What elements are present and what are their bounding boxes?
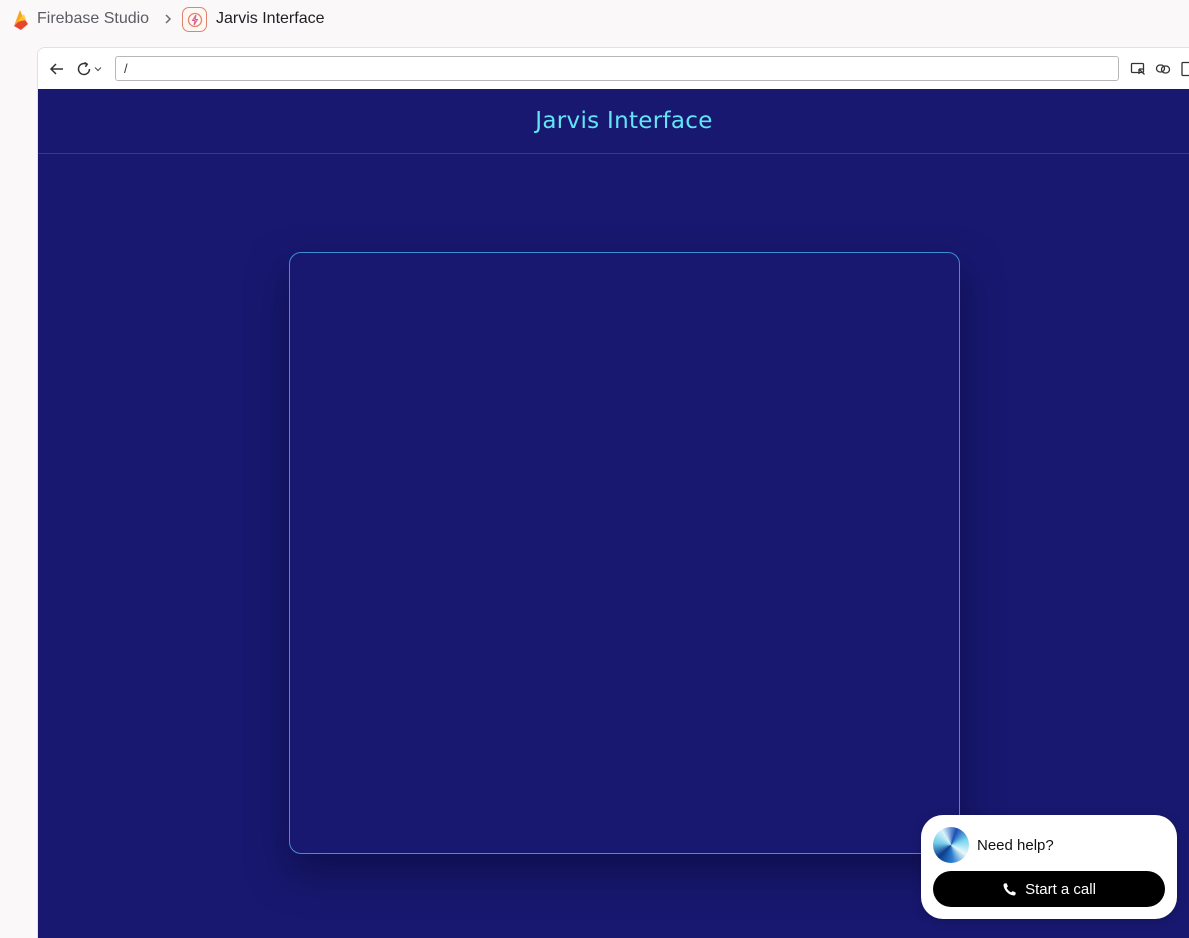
link-icon[interactable] bbox=[1155, 61, 1171, 77]
project-bolt-icon bbox=[187, 12, 202, 27]
help-prompt: Need help? bbox=[977, 837, 1054, 854]
chat-panel bbox=[289, 252, 960, 854]
back-arrow-icon[interactable] bbox=[48, 60, 66, 78]
app-header: Jarvis Interface bbox=[38, 89, 1189, 154]
chevron-down-icon[interactable] bbox=[93, 64, 103, 74]
chevron-right-icon bbox=[165, 14, 172, 24]
assistant-orb-icon bbox=[933, 827, 969, 863]
start-call-button[interactable]: Start a call bbox=[933, 871, 1165, 907]
preview-toolbar bbox=[38, 48, 1189, 89]
studio-app-name[interactable]: Firebase Studio bbox=[37, 10, 149, 28]
help-widget: Need help? Start a call bbox=[921, 815, 1177, 919]
app-viewport: Jarvis Interface bbox=[38, 89, 1189, 938]
studio-topbar: Firebase Studio Jarvis Interface bbox=[0, 0, 1189, 40]
firebase-logo-icon bbox=[14, 10, 28, 30]
left-rail bbox=[0, 40, 37, 938]
device-icon[interactable] bbox=[1180, 61, 1189, 77]
phone-icon bbox=[1003, 882, 1016, 896]
app-title: Jarvis Interface bbox=[535, 108, 713, 134]
inspect-icon[interactable] bbox=[1130, 61, 1146, 77]
url-input[interactable] bbox=[115, 56, 1119, 81]
start-call-label: Start a call bbox=[1025, 880, 1096, 898]
preview-browser: Jarvis Interface bbox=[37, 47, 1189, 938]
project-icon[interactable] bbox=[182, 7, 207, 32]
reload-icon[interactable] bbox=[75, 60, 93, 78]
project-name[interactable]: Jarvis Interface bbox=[216, 10, 324, 28]
